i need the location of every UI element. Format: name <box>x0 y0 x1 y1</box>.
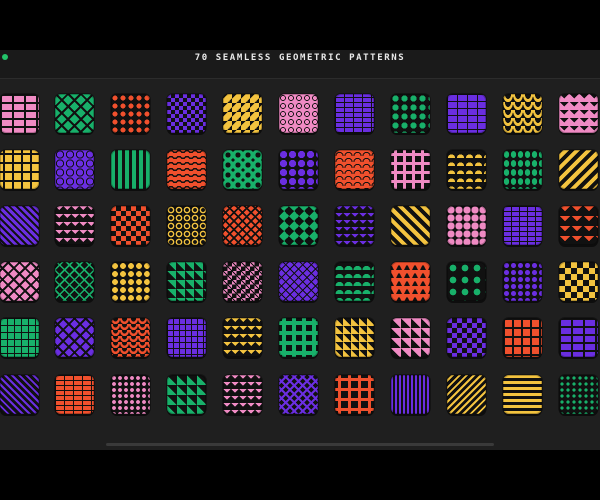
pattern-tile-purple-dots[interactable] <box>503 262 542 301</box>
pattern-tile-green-diagonal-checker[interactable] <box>279 206 318 245</box>
pattern-tile-red-crosses[interactable] <box>335 375 374 414</box>
pattern-tile-green-dot-grid[interactable] <box>559 375 598 414</box>
pattern-tile-purple-checker[interactable] <box>167 94 206 133</box>
pattern-tile-pink-pinwheel[interactable] <box>223 262 262 301</box>
pattern-tile-red-checker[interactable] <box>111 206 150 245</box>
pattern-tile-purple-grid-diamonds[interactable] <box>279 262 318 301</box>
pattern-tile-purple-diagonal-stripes[interactable] <box>0 206 39 245</box>
pattern-tile-purple-bricks-2[interactable] <box>503 206 542 245</box>
pattern-tile-green-scales[interactable] <box>335 262 374 301</box>
pattern-tile-pink-chevrons[interactable] <box>559 94 598 133</box>
pattern-tile-green-crosses[interactable] <box>279 318 318 357</box>
pattern-tile-red-waves[interactable] <box>167 150 206 189</box>
pattern-tile-yellow-arrows[interactable] <box>223 318 262 357</box>
pattern-tile-purple-bricks-3[interactable] <box>559 318 598 357</box>
pattern-tile-yellow-dots[interactable] <box>111 262 150 301</box>
pattern-tile-purple-diagonal-lines[interactable] <box>0 375 39 414</box>
pattern-tile-green-stars[interactable] <box>447 262 486 301</box>
pattern-tile-yellow-half-circles[interactable] <box>447 150 486 189</box>
pattern-tile-yellow-waves[interactable] <box>503 94 542 133</box>
pattern-tile-red-waves-2[interactable] <box>111 318 150 357</box>
horizontal-scrollbar[interactable] <box>106 443 494 446</box>
pattern-tile-purple-hexagons[interactable] <box>55 150 94 189</box>
pattern-grid <box>0 94 600 424</box>
pattern-tile-purple-diamonds[interactable] <box>55 318 94 357</box>
pattern-tile-yellow-diagonal-stripes[interactable] <box>559 150 598 189</box>
pattern-tile-yellow-triangle-rows[interactable] <box>335 318 374 357</box>
preview-canvas: 70 SEAMLESS GEOMETRIC PATTERNS <box>0 50 600 450</box>
pattern-tile-pink-triangles[interactable] <box>391 318 430 357</box>
pattern-tile-red-zigzag[interactable] <box>559 206 598 245</box>
pattern-tile-purple-zigzag[interactable] <box>335 206 374 245</box>
pattern-tile-red-scales[interactable] <box>335 150 374 189</box>
pattern-tile-pink-circles[interactable] <box>279 94 318 133</box>
pattern-tile-yellow-checker[interactable] <box>559 262 598 301</box>
pattern-tile-green-dots[interactable] <box>391 94 430 133</box>
pattern-tile-pink-dots[interactable] <box>111 375 150 414</box>
pattern-tile-red-squares[interactable] <box>503 318 542 357</box>
pattern-tile-green-vertical-stripes[interactable] <box>111 150 150 189</box>
page-title: 70 SEAMLESS GEOMETRIC PATTERNS <box>194 53 406 63</box>
pattern-tile-pink-diamonds[interactable] <box>0 262 39 301</box>
pattern-tile-red-dots[interactable] <box>111 94 150 133</box>
pattern-tile-yellow-diagonal-lines[interactable] <box>447 375 486 414</box>
pattern-tile-purple-stripes[interactable] <box>335 94 374 133</box>
pattern-tile-purple-grid[interactable] <box>167 318 206 357</box>
pattern-tile-pink-triangle-rows[interactable] <box>167 375 206 414</box>
pattern-tile-red-diamonds[interactable] <box>223 206 262 245</box>
pattern-tile-purple-circles[interactable] <box>279 150 318 189</box>
pattern-tile-green-leaves[interactable] <box>503 150 542 189</box>
pattern-tile-yellow-triangles[interactable] <box>223 94 262 133</box>
pattern-tile-green-diamond-grid[interactable] <box>55 262 94 301</box>
pattern-tile-red-bricks[interactable] <box>55 375 94 414</box>
pattern-tile-pink-hexagons[interactable] <box>447 206 486 245</box>
pattern-tile-yellow-crosses[interactable] <box>0 150 39 189</box>
pattern-tile-yellow-rings[interactable] <box>167 206 206 245</box>
pattern-tile-purple-chevrons[interactable] <box>223 375 262 414</box>
title-bar: 70 SEAMLESS GEOMETRIC PATTERNS <box>0 50 600 79</box>
pattern-tile-green-diamonds[interactable] <box>55 94 94 133</box>
pattern-tile-pink-zigzag[interactable] <box>55 206 94 245</box>
pattern-tile-green-quatrefoil[interactable] <box>223 150 262 189</box>
pattern-tile-pink-crosses[interactable] <box>391 150 430 189</box>
pattern-tile-pink-bricks[interactable] <box>0 94 39 133</box>
pattern-tile-yellow-horizontal-lines[interactable] <box>503 375 542 414</box>
pattern-tile-purple-vertical-lines[interactable] <box>391 375 430 414</box>
pattern-tile-green-triangles[interactable] <box>167 262 206 301</box>
pattern-tile-purple-diamond-rows[interactable] <box>279 375 318 414</box>
pattern-tile-green-cross-grid[interactable] <box>0 318 39 357</box>
pattern-tile-purple-bricks[interactable] <box>447 94 486 133</box>
pattern-tile-red-triangles[interactable] <box>391 262 430 301</box>
pattern-tile-yellow-hazard-stripes[interactable] <box>391 206 430 245</box>
pattern-tile-purple-checker-2[interactable] <box>447 318 486 357</box>
